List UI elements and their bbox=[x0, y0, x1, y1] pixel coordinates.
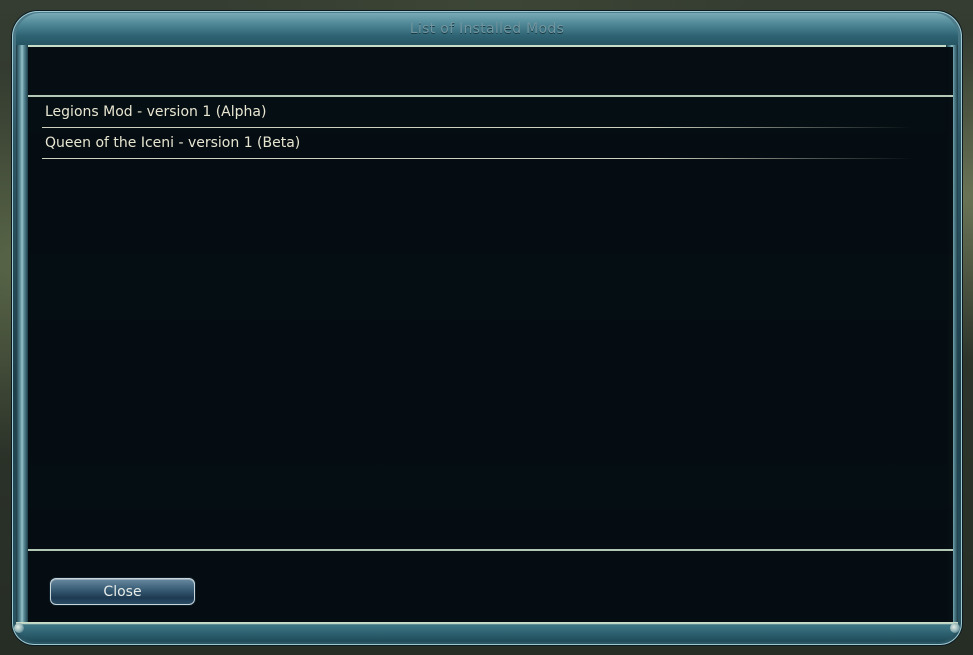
installed-mods-dialog: List of Installed Mods Legions Mod - ver… bbox=[12, 11, 962, 645]
mod-list: Legions Mod - version 1 (Alpha) Queen of… bbox=[28, 97, 953, 159]
content-panel: Legions Mod - version 1 (Alpha) Queen of… bbox=[28, 47, 953, 622]
footer-divider bbox=[28, 549, 953, 551]
corner-ornament-bottom-left bbox=[14, 623, 24, 633]
list-header bbox=[28, 47, 953, 97]
list-item[interactable]: Queen of the Iceni - version 1 (Beta) bbox=[28, 128, 953, 159]
frame-bottom-bar bbox=[16, 622, 958, 642]
close-button[interactable]: Close bbox=[50, 578, 195, 605]
corner-ornament-bottom-right bbox=[950, 623, 960, 633]
dialog-title: List of Installed Mods bbox=[409, 21, 565, 37]
list-item[interactable]: Legions Mod - version 1 (Alpha) bbox=[28, 97, 953, 128]
frame-rail-left bbox=[16, 45, 28, 623]
